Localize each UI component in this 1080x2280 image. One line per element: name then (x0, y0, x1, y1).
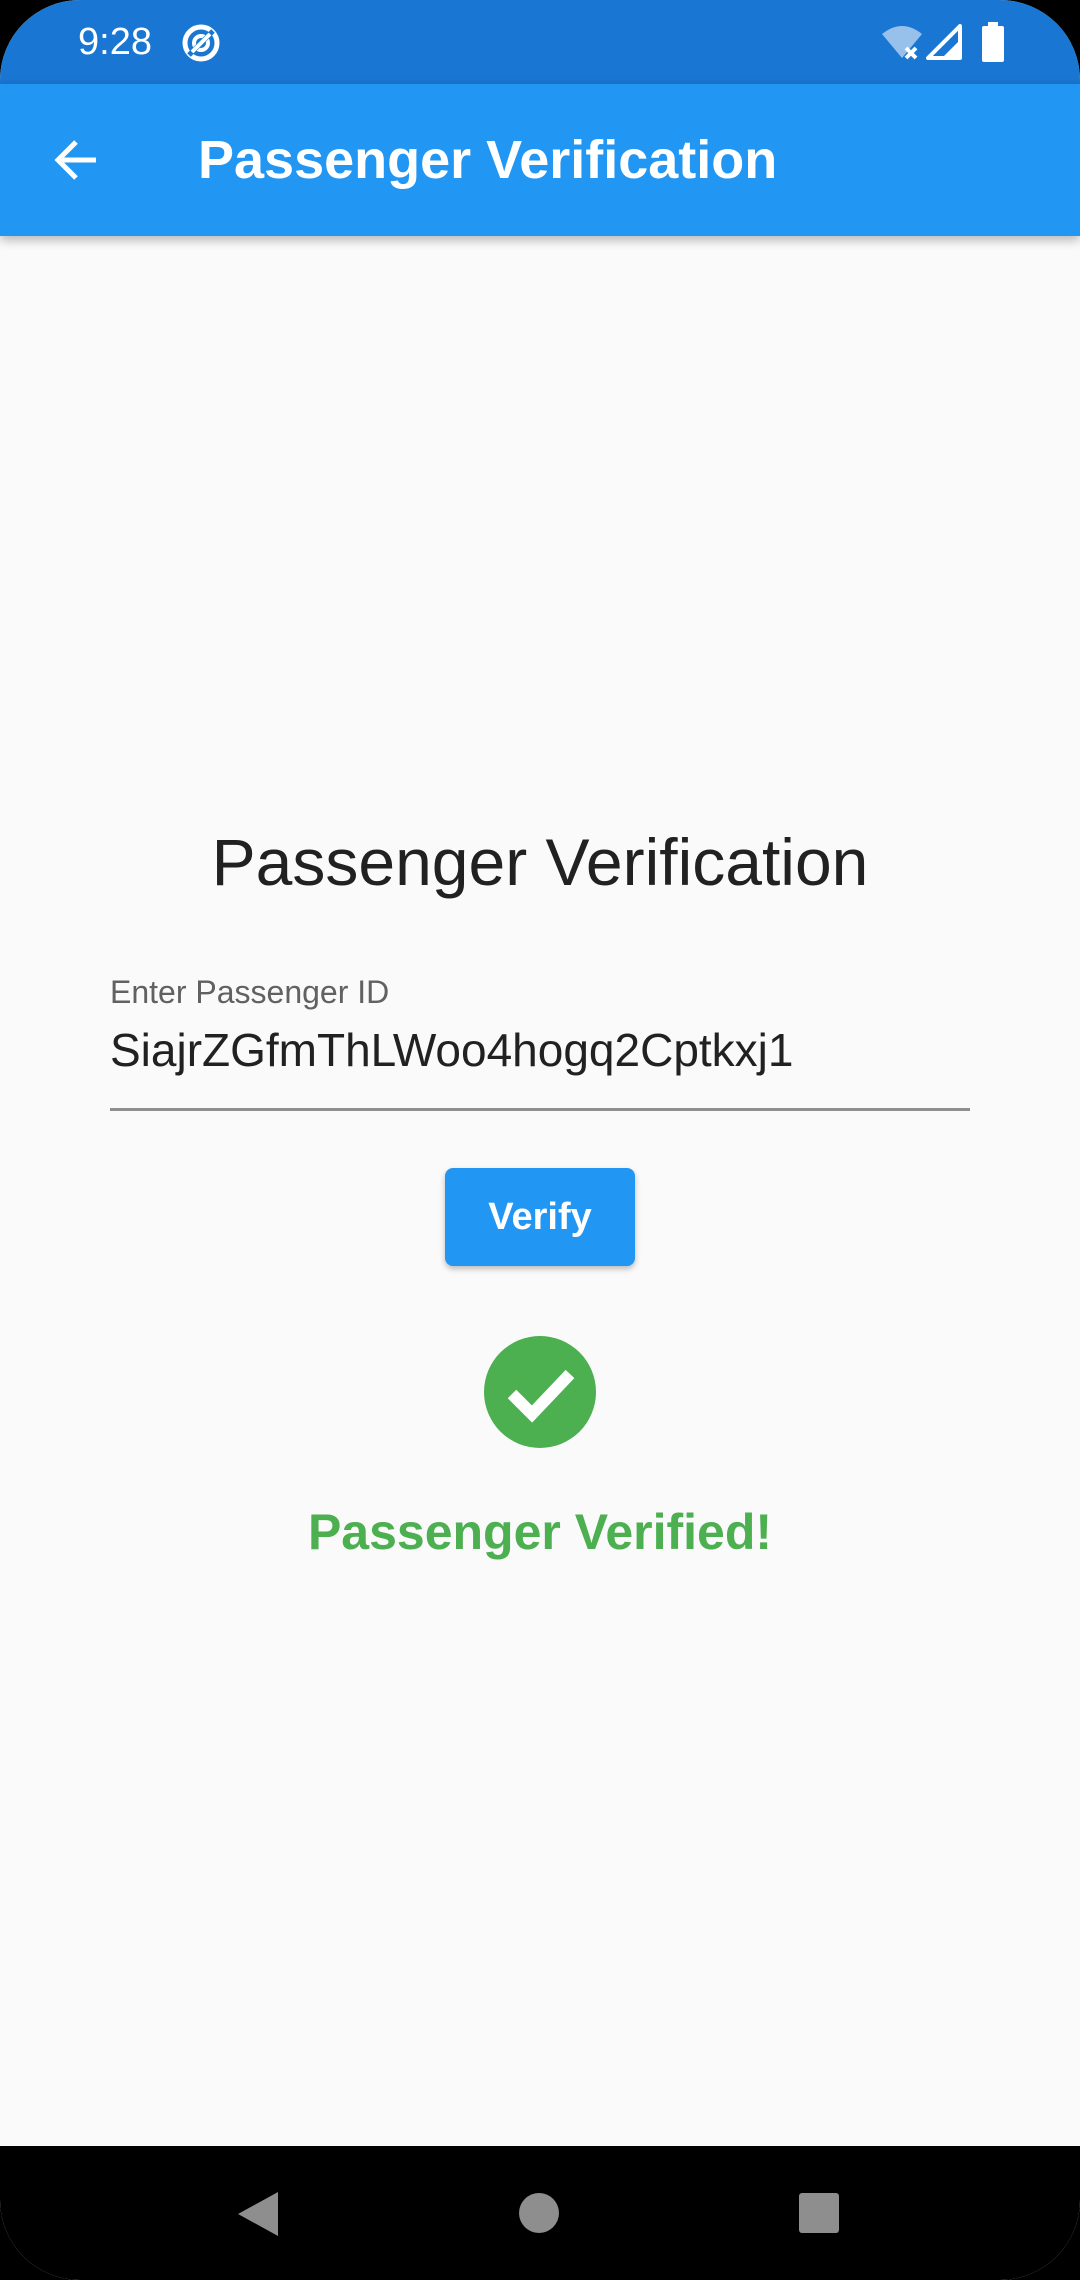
wifi-off-icon (882, 26, 922, 60)
status-time: 9:28 (78, 21, 152, 63)
sync-icon (182, 24, 220, 62)
check-circle-icon (484, 1336, 596, 1448)
verification-status-message: Passenger Verified! (307, 1504, 773, 1560)
back-button[interactable] (36, 120, 116, 200)
signal-icon (926, 24, 962, 60)
nav-recents-icon[interactable] (798, 2192, 840, 2234)
page-heading: Passenger Verification (211, 825, 869, 899)
passenger-id-field[interactable]: Enter Passenger ID SiajrZGfmThLWoo4hogq2… (110, 972, 970, 1111)
verify-button[interactable]: Verify (445, 1168, 635, 1266)
status-bar: 9:28 (0, 0, 1080, 84)
navigation-bar (0, 2146, 1080, 2280)
app-bar: Passenger Verification (0, 84, 1080, 236)
nav-back-icon[interactable] (236, 2190, 280, 2238)
nav-home-icon[interactable] (518, 2192, 560, 2234)
passenger-id-label: Enter Passenger ID (110, 974, 390, 1010)
battery-icon (982, 22, 1004, 62)
arrow-back-icon (54, 140, 96, 180)
app-bar-title: Passenger Verification (198, 130, 778, 190)
passenger-id-input[interactable]: SiajrZGfmThLWoo4hogq2Cptkxj1 (110, 1020, 794, 1080)
app-screen: 9:28 Passenger Verification Passenger Ve… (0, 0, 1080, 2280)
